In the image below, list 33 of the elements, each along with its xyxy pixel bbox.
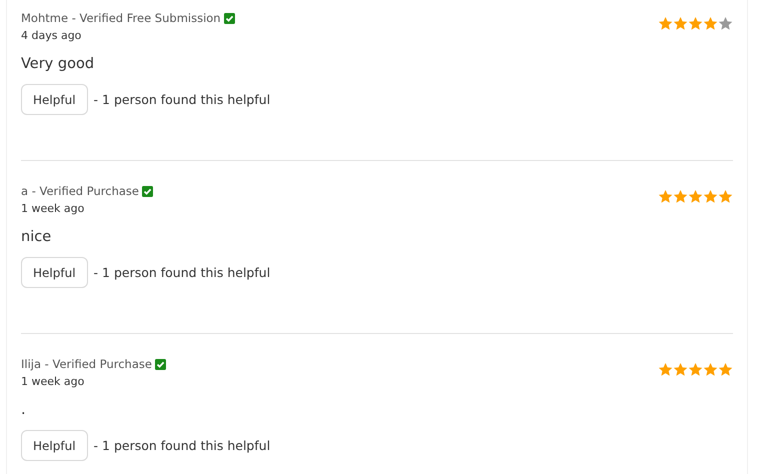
star-icon [673, 189, 688, 204]
reviewer-name: Ilija - Verified Purchase [21, 357, 152, 371]
star-icon [703, 16, 718, 31]
star-icon [658, 16, 673, 31]
star-icon [718, 189, 733, 204]
helpful-count: - 1 person found this helpful [94, 438, 270, 453]
star-icon [718, 16, 733, 31]
helpful-button[interactable]: Helpful [21, 257, 88, 288]
star-icon [658, 362, 673, 377]
verified-check-icon [154, 358, 166, 370]
review-text: . [21, 402, 27, 420]
helpful-button[interactable]: Helpful [21, 84, 88, 115]
star-icon [688, 362, 703, 377]
review-text: nice [21, 229, 52, 247]
helpful-count: - 1 person found this helpful [94, 265, 270, 280]
review-text: Very good [21, 56, 96, 74]
star-icon [703, 362, 718, 377]
helpful-button[interactable]: Helpful [21, 430, 88, 461]
reviewer-name: Mohtme - Verified Free Submission [21, 11, 221, 25]
verified-check-icon [142, 186, 153, 196]
helpful-count: - 1 person found this helpful [94, 92, 270, 107]
star-icon [658, 189, 673, 204]
star-icon [688, 189, 703, 204]
reviewer-name: a - Verified Purchase [21, 184, 139, 198]
verified-check-icon [224, 12, 235, 24]
star-icon [673, 16, 688, 31]
star-icon [718, 362, 733, 377]
review-date: 4 days ago [21, 29, 82, 42]
star-icon [673, 362, 688, 377]
star-icon [703, 189, 718, 204]
review-date: 1 week ago [21, 202, 86, 215]
review-date: 1 week ago [21, 375, 86, 388]
star-icon [688, 16, 703, 31]
